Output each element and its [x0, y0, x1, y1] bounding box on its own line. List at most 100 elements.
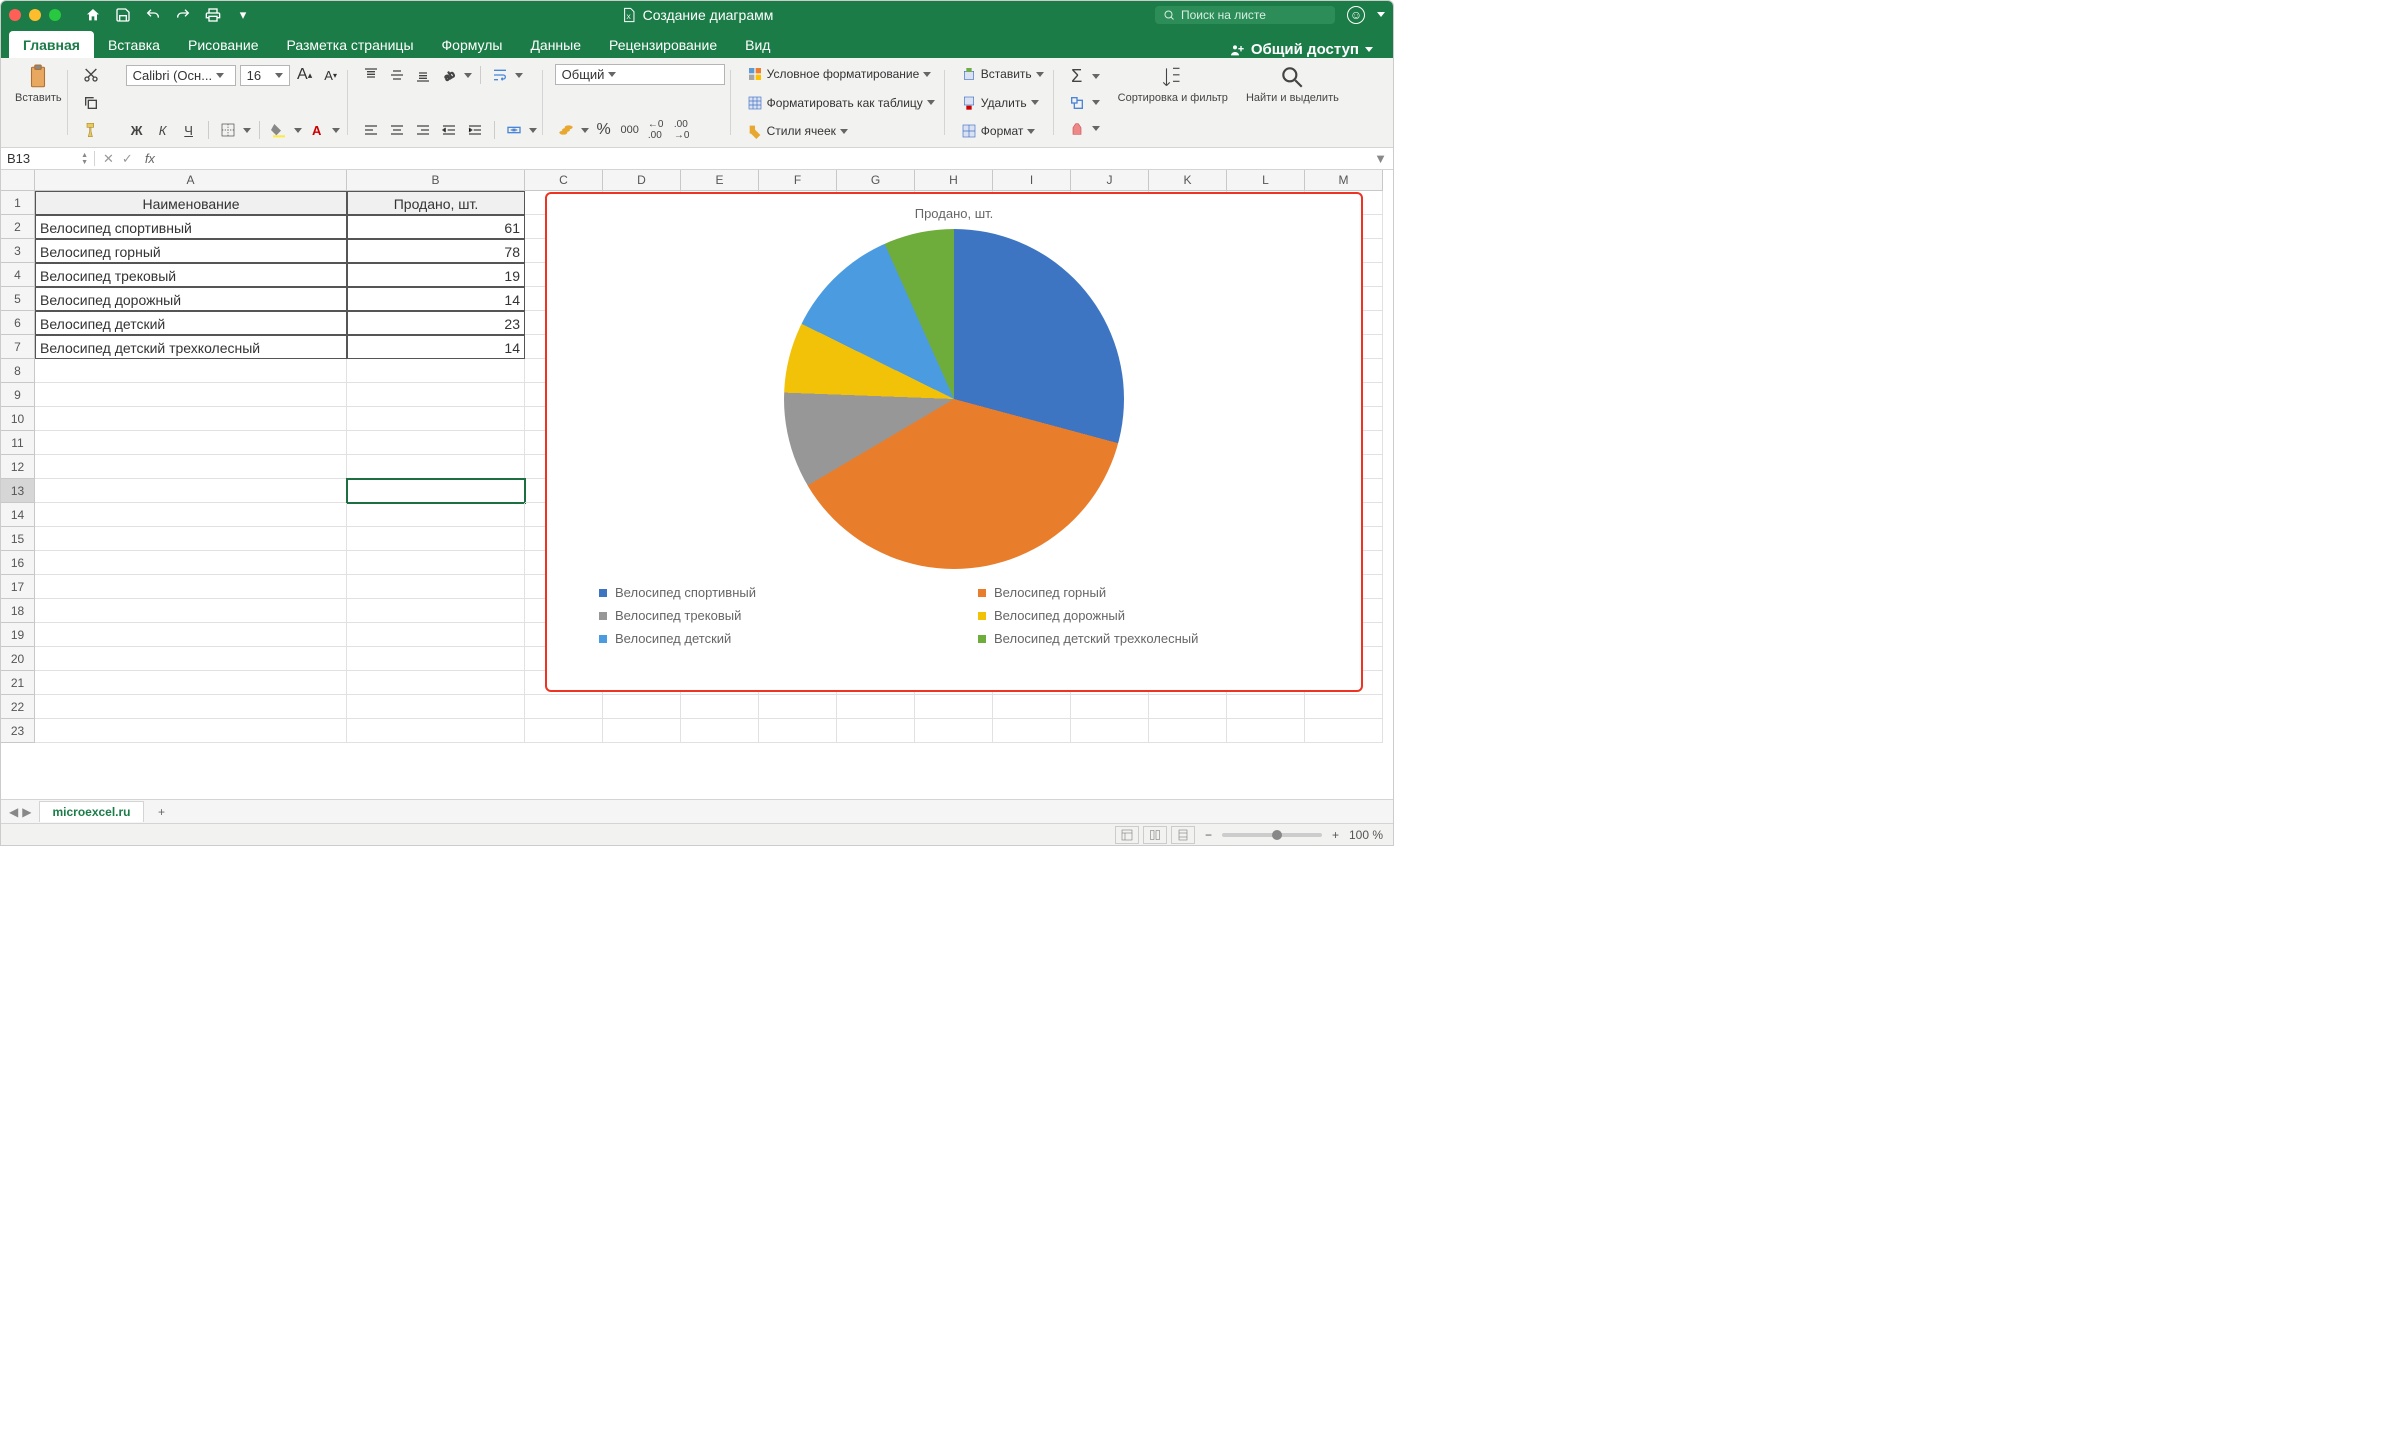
col-header-H[interactable]: H [915, 170, 993, 191]
cell[interactable] [915, 695, 993, 719]
cell[interactable] [1305, 695, 1383, 719]
cell[interactable]: Велосипед детский трехколесный [35, 335, 347, 359]
cell[interactable] [759, 719, 837, 743]
cell[interactable] [1305, 719, 1383, 743]
col-header-A[interactable]: A [35, 170, 347, 191]
underline-button[interactable]: Ч [178, 119, 200, 141]
row-header[interactable]: 1 [1, 191, 35, 215]
cell[interactable] [35, 647, 347, 671]
embedded-chart[interactable]: Продано, шт. Велосипед спортивныйВелосип… [545, 192, 1363, 692]
col-header-L[interactable]: L [1227, 170, 1305, 191]
tab-page-layout[interactable]: Разметка страницы [273, 31, 428, 58]
print-icon[interactable] [205, 7, 221, 23]
name-box[interactable]: B13 ▲▼ [1, 151, 95, 166]
cell[interactable] [35, 383, 347, 407]
align-center-icon[interactable] [386, 119, 408, 141]
cell[interactable]: 19 [347, 263, 525, 287]
cell[interactable] [347, 647, 525, 671]
row-header[interactable]: 8 [1, 359, 35, 383]
tab-review[interactable]: Рецензирование [595, 31, 731, 58]
cell[interactable]: Велосипед детский [35, 311, 347, 335]
increase-indent-icon[interactable] [464, 119, 486, 141]
cell[interactable]: Велосипед трековый [35, 263, 347, 287]
cell[interactable] [347, 503, 525, 527]
find-select-button[interactable]: Найти и выделить [1246, 64, 1339, 104]
cell[interactable] [347, 455, 525, 479]
conditional-formatting-button[interactable]: Условное форматирование [743, 64, 939, 84]
row-header[interactable]: 23 [1, 719, 35, 743]
bold-button[interactable]: Ж [126, 119, 148, 141]
align-top-icon[interactable] [360, 64, 382, 86]
paste-button[interactable]: Вставить [15, 64, 62, 104]
col-header-J[interactable]: J [1071, 170, 1149, 191]
cell[interactable]: 14 [347, 287, 525, 311]
col-header-B[interactable]: B [347, 170, 525, 191]
row-header[interactable]: 17 [1, 575, 35, 599]
borders-dropdown[interactable] [243, 128, 251, 133]
tab-insert[interactable]: Вставка [94, 31, 174, 58]
align-left-icon[interactable] [360, 119, 382, 141]
cell[interactable] [347, 671, 525, 695]
increase-font-icon[interactable]: A▴ [294, 64, 316, 86]
cell[interactable] [347, 431, 525, 455]
close-window-icon[interactable] [9, 9, 21, 21]
select-all-corner[interactable] [1, 170, 35, 191]
font-size-select[interactable]: 16 [240, 65, 290, 86]
row-header[interactable]: 2 [1, 215, 35, 239]
cell[interactable] [35, 455, 347, 479]
cell[interactable] [35, 719, 347, 743]
row-header[interactable]: 15 [1, 527, 35, 551]
decrease-indent-icon[interactable] [438, 119, 460, 141]
zoom-slider[interactable] [1222, 833, 1322, 837]
row-header[interactable]: 21 [1, 671, 35, 695]
minimize-window-icon[interactable] [29, 9, 41, 21]
col-header-F[interactable]: F [759, 170, 837, 191]
cell[interactable]: 23 [347, 311, 525, 335]
row-header[interactable]: 20 [1, 647, 35, 671]
row-header[interactable]: 3 [1, 239, 35, 263]
page-layout-view-icon[interactable] [1143, 826, 1167, 844]
comma-style-icon[interactable]: 000 [619, 119, 641, 141]
wrap-text-icon[interactable] [489, 64, 511, 86]
user-account-icon[interactable]: ☺ [1347, 6, 1365, 24]
cancel-formula-icon[interactable]: ✕ [103, 151, 114, 167]
row-header[interactable]: 12 [1, 455, 35, 479]
col-header-D[interactable]: D [603, 170, 681, 191]
row-header[interactable]: 16 [1, 551, 35, 575]
italic-button[interactable]: К [152, 119, 174, 141]
cell[interactable] [759, 695, 837, 719]
number-format-select[interactable]: Общий [555, 64, 725, 85]
font-color-icon[interactable]: A [306, 119, 328, 141]
cell[interactable] [837, 719, 915, 743]
decrease-decimal-icon[interactable]: .00→0 [671, 119, 693, 141]
cell[interactable] [347, 623, 525, 647]
col-header-G[interactable]: G [837, 170, 915, 191]
increase-decimal-icon[interactable]: ←0.00 [645, 119, 667, 141]
cell[interactable] [347, 407, 525, 431]
cell[interactable]: Продано, шт. [347, 191, 525, 215]
cell[interactable] [1227, 719, 1305, 743]
worksheet-grid[interactable]: A B C D E F G H I J K L M 1НаименованиеП… [1, 170, 1393, 799]
fill-color-icon[interactable] [268, 119, 290, 141]
merge-center-icon[interactable] [503, 119, 525, 141]
cell[interactable] [837, 695, 915, 719]
cell[interactable] [1071, 695, 1149, 719]
clear-icon[interactable] [1066, 118, 1088, 140]
row-header[interactable]: 13 [1, 479, 35, 503]
tab-data[interactable]: Данные [516, 31, 595, 58]
cell[interactable] [993, 695, 1071, 719]
cell[interactable]: 78 [347, 239, 525, 263]
cell[interactable] [35, 479, 347, 503]
cell[interactable] [35, 599, 347, 623]
share-button[interactable]: Общий доступ [1217, 41, 1385, 58]
copy-icon[interactable] [80, 92, 102, 114]
zoom-out-button[interactable]: − [1205, 828, 1212, 842]
home-icon[interactable] [85, 7, 101, 23]
font-color-dropdown[interactable] [332, 128, 340, 133]
cut-icon[interactable] [80, 64, 102, 86]
redo-icon[interactable] [175, 7, 191, 23]
cell[interactable] [1149, 719, 1227, 743]
row-header[interactable]: 6 [1, 311, 35, 335]
tab-view[interactable]: Вид [731, 31, 784, 58]
font-name-select[interactable]: Calibri (Осн... [126, 65, 236, 86]
